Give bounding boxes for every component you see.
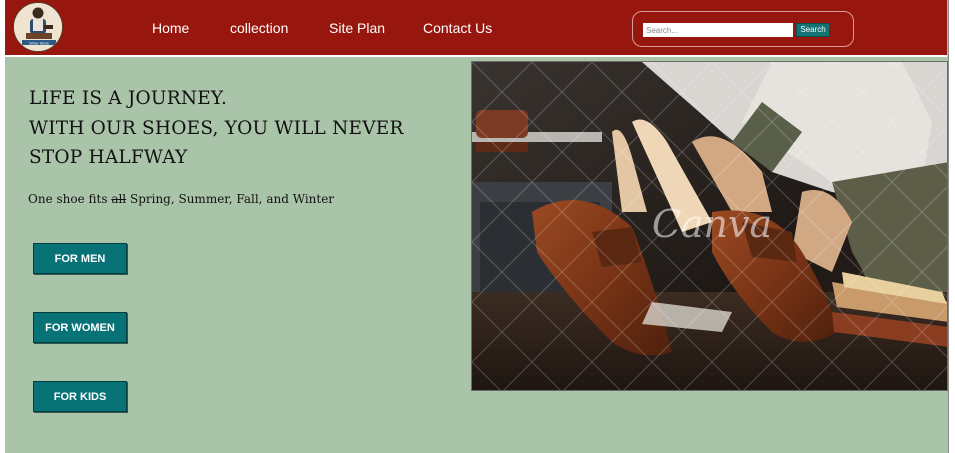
cobbler-logo-icon: Shoe Store: [14, 3, 62, 51]
for-kids-button[interactable]: FOR KIDS: [33, 381, 127, 412]
nav-link-home[interactable]: Home: [152, 20, 189, 36]
for-women-button[interactable]: FOR WOMEN: [33, 312, 127, 343]
logo-wordmark: Shoe Store: [29, 41, 50, 46]
hero-headline: LIFE IS A JOURNEY. WITH OUR SHOES, YOU W…: [29, 84, 449, 173]
headline-line-2: WITH OUR SHOES, YOU WILL NEVER: [29, 117, 404, 139]
hero-tagline: One shoe fits all Spring, Summer, Fall, …: [28, 192, 334, 206]
window-left-edge: [0, 0, 5, 453]
headline-line-3: STOP HALFWAY: [29, 147, 188, 168]
headline-line-1: LIFE IS A JOURNEY.: [29, 88, 228, 109]
shoe-polishing-photo: Canva: [472, 62, 947, 390]
top-navigation-bar: Shoe Store Home collection Site Plan Con…: [5, 0, 947, 57]
hero-image: Canva: [471, 61, 948, 391]
canva-watermark: Canva: [652, 202, 772, 246]
search-input[interactable]: [643, 23, 793, 37]
tagline-suffix: Spring, Summer, Fall, and Winter: [126, 192, 335, 206]
search-form: Search: [632, 11, 854, 47]
window-right-edge: [948, 0, 955, 453]
store-logo[interactable]: Shoe Store: [13, 2, 63, 52]
search-button[interactable]: Search: [796, 23, 830, 37]
tagline-prefix: One shoe fits: [28, 192, 112, 206]
nav-link-site-plan[interactable]: Site Plan: [329, 20, 385, 36]
tagline-strikethrough-word: all: [111, 192, 127, 206]
nav-link-collection[interactable]: collection: [230, 20, 288, 36]
nav-link-contact-us[interactable]: Contact Us: [423, 20, 492, 36]
for-men-button[interactable]: FOR MEN: [33, 243, 127, 274]
